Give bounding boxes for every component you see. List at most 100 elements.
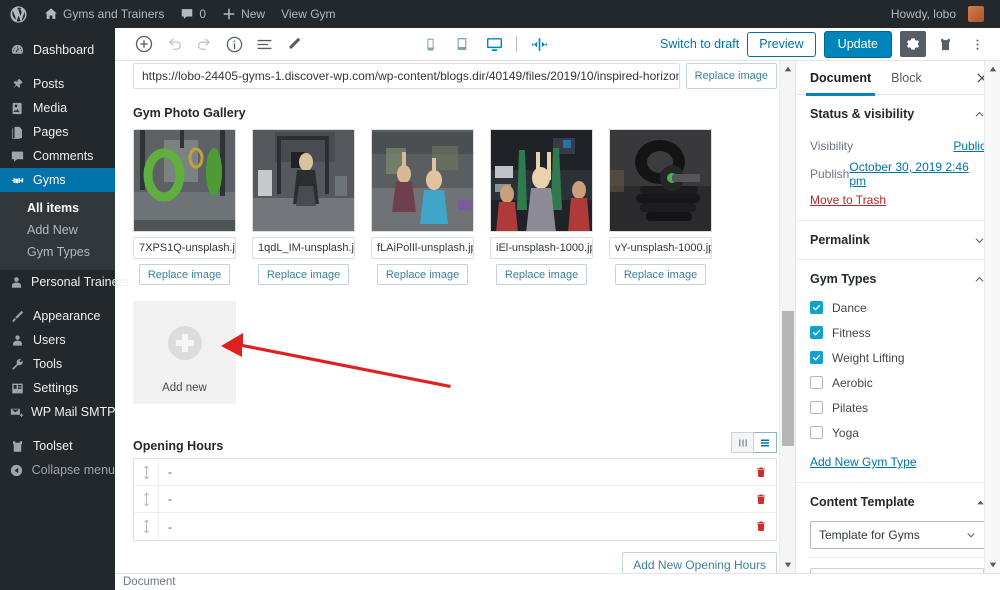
gym-type-weight-lifting[interactable]: Weight Lifting [810, 348, 986, 367]
scroll-up-icon[interactable] [780, 61, 796, 77]
add-new-opening-hours-button[interactable]: Add New Opening Hours [622, 552, 777, 573]
info-icon[interactable] [219, 29, 249, 59]
new-label: New [241, 7, 266, 21]
preview-button[interactable]: Preview [747, 31, 816, 57]
tab-document[interactable]: Document [800, 61, 881, 96]
delete-row-icon[interactable] [746, 466, 776, 479]
tab-block[interactable]: Block [881, 61, 932, 95]
sidebar-item-pages[interactable]: Pages [0, 120, 115, 144]
my-account-menu[interactable]: Howdy, lobo [883, 0, 992, 28]
gallery-thumbnail[interactable] [490, 129, 593, 232]
gallery-replace-button[interactable]: Replace image [376, 264, 469, 285]
drag-handle-icon[interactable] [134, 486, 159, 512]
sidebar-item-dashboard[interactable]: Dashboard [0, 38, 115, 62]
panel-scrollbar[interactable] [984, 61, 1000, 573]
row-view-icon[interactable] [754, 432, 777, 453]
scroll-down-icon[interactable] [780, 557, 796, 573]
opening-hours-value[interactable]: - [159, 492, 746, 506]
site-name-menu[interactable]: Gyms and Trainers [36, 0, 172, 28]
sidebar-item-wp-mail-smtp[interactable]: WP Mail SMTP [0, 400, 116, 424]
resize-icon[interactable] [524, 29, 554, 59]
publish-value[interactable]: October 30, 2019 2:46 pm [849, 160, 986, 188]
delete-row-icon[interactable] [746, 520, 776, 533]
sidebar-item-gyms[interactable]: Gyms [0, 168, 115, 192]
opening-hours-value[interactable]: - [159, 465, 746, 479]
redo-icon[interactable] [189, 29, 219, 59]
scroll-down-icon[interactable] [985, 557, 1000, 573]
sidebar-item-all-items[interactable]: All items [0, 197, 115, 219]
checkbox-unchecked-icon[interactable] [810, 401, 823, 414]
visibility-value[interactable]: Public [953, 139, 986, 153]
switch-to-draft-button[interactable]: Switch to draft [660, 37, 739, 51]
gallery-filename[interactable]: iEl-unsplash-1000.jpg [490, 237, 593, 259]
sidebar-item-posts[interactable]: Posts [0, 72, 115, 96]
mobile-preview-icon[interactable] [415, 29, 445, 59]
sidebar-item-toolset[interactable]: Toolset [0, 434, 115, 458]
sidebar-item-personal-trainers[interactable]: Personal Trainers [0, 270, 129, 294]
list-view-icon[interactable] [249, 29, 279, 59]
scrollbar-thumb[interactable] [782, 311, 794, 446]
gallery-thumbnail[interactable] [252, 129, 355, 232]
view-gym-link[interactable]: View Gym [273, 0, 343, 28]
sidebar-item-add-new[interactable]: Add New [0, 219, 115, 241]
drag-handle-icon[interactable] [134, 513, 159, 540]
featured-image-url-input[interactable]: https://lobo-24405-gyms-1.discover-wp.co… [133, 63, 680, 89]
add-new-image-button[interactable]: Add new [133, 301, 236, 404]
content-template-header[interactable]: Content Template [810, 483, 986, 521]
column-view-icon[interactable] [731, 432, 754, 453]
update-button[interactable]: Update [823, 30, 892, 58]
gallery-replace-button[interactable]: Replace image [138, 264, 231, 285]
permalink-header[interactable]: Permalink [810, 221, 986, 259]
new-content-menu[interactable]: New [214, 0, 273, 28]
gallery-filename[interactable]: fLAiPolIl-unsplash.jpg [371, 237, 474, 259]
pencil-icon[interactable] [279, 29, 309, 59]
sidebar-item-settings[interactable]: Settings [0, 376, 115, 400]
gym-type-aerobic[interactable]: Aerobic [810, 373, 986, 392]
checkbox-checked-icon[interactable] [810, 326, 823, 339]
checkbox-unchecked-icon[interactable] [810, 426, 823, 439]
more-options-icon[interactable] [966, 31, 990, 57]
delete-row-icon[interactable] [746, 493, 776, 506]
gallery-thumbnail[interactable] [371, 129, 474, 232]
add-block-icon[interactable] [129, 29, 159, 59]
gallery-replace-button[interactable]: Replace image [257, 264, 350, 285]
gym-type-fitness[interactable]: Fitness [810, 323, 986, 342]
gallery-filename[interactable]: vY-unsplash-1000.jpg [609, 237, 712, 259]
checkbox-checked-icon[interactable] [810, 301, 823, 314]
gear-icon[interactable] [899, 31, 926, 57]
sidebar-item-media[interactable]: Media [0, 96, 115, 120]
gym-type-pilates[interactable]: Pilates [810, 398, 986, 417]
sidebar-item-collapse-menu[interactable]: Collapse menu [0, 458, 115, 482]
checkbox-unchecked-icon[interactable] [810, 376, 823, 389]
gallery-thumbnail[interactable] [609, 129, 712, 232]
gallery-filename[interactable]: 7XPS1Q-unsplash.jpg [133, 237, 236, 259]
comments-menu[interactable]: 0 [172, 0, 214, 28]
checkbox-checked-icon[interactable] [810, 351, 823, 364]
gallery-replace-button[interactable]: Replace image [495, 264, 588, 285]
gallery-filename[interactable]: 1qdL_IM-unsplash.jpg [252, 237, 355, 259]
sidebar-item-tools[interactable]: Tools [0, 352, 115, 376]
status-visibility-header[interactable]: Status & visibility [810, 95, 986, 133]
move-to-trash-button[interactable]: Move to Trash [810, 189, 986, 220]
gym-types-header[interactable]: Gym Types [810, 260, 986, 298]
undo-icon[interactable] [159, 29, 189, 59]
toolset-icon[interactable] [934, 31, 958, 57]
sidebar-item-comments[interactable]: Comments [0, 144, 115, 168]
opening-hours-value[interactable]: - [159, 520, 746, 534]
add-new-gym-type-link[interactable]: Add New Gym Type [810, 448, 986, 482]
sidebar-item-appearance[interactable]: Appearance [0, 304, 115, 328]
content-template-select[interactable]: Template for Gyms [810, 521, 986, 549]
gym-type-dance[interactable]: Dance [810, 298, 986, 317]
scroll-up-icon[interactable] [985, 61, 1000, 77]
drag-handle-icon[interactable] [134, 459, 159, 485]
gallery-thumbnail[interactable] [133, 129, 236, 232]
wordpress-logo-menu[interactable] [0, 0, 36, 28]
canvas-scrollbar[interactable] [779, 61, 795, 573]
gallery-replace-button[interactable]: Replace image [614, 264, 707, 285]
gym-type-yoga[interactable]: Yoga [810, 423, 986, 442]
sidebar-item-users[interactable]: Users [0, 328, 115, 352]
sidebar-item-gym-types[interactable]: Gym Types [0, 241, 115, 263]
desktop-preview-icon[interactable] [479, 29, 509, 59]
replace-image-button[interactable]: Replace image [685, 63, 777, 89]
tablet-preview-icon[interactable] [447, 29, 477, 59]
